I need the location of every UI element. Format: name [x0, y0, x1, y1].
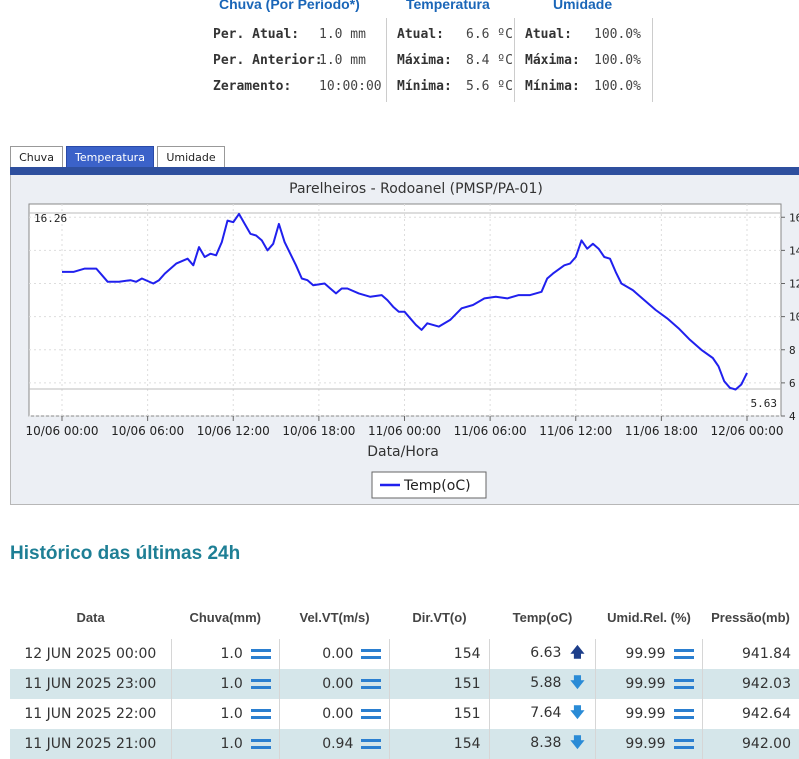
steady-trend-icon	[361, 649, 382, 659]
cell-vel: 0.00	[278, 669, 390, 699]
y-axis-ticks: 16 14 12 10 8 6 4	[781, 211, 799, 423]
steady-trend-icon	[673, 649, 694, 659]
cell-data: 12 JUN 2025 00:00	[24, 646, 157, 662]
col-data: Data	[76, 609, 105, 625]
legend-label: Temp(oC)	[403, 478, 471, 494]
x-tick-label: 11/06 06:00	[454, 424, 527, 438]
cell-dir: 151	[389, 699, 490, 729]
cell-temp: 6.63 🡅	[488, 639, 596, 669]
y-tick-label: 12	[789, 278, 799, 291]
cell-temp: 8.38 🡇	[488, 729, 596, 759]
steady-trend-icon	[250, 709, 271, 719]
col-temp: Temp(oC)	[512, 609, 573, 625]
cell-chuva: 1.0	[170, 639, 280, 669]
x-tick-label: 10/06 06:00	[111, 424, 184, 438]
steady-trend-icon	[673, 679, 694, 689]
x-tick-label: 10/06 18:00	[282, 424, 355, 438]
cell-umid: 99.99	[595, 729, 703, 759]
history-header-row: Data Chuva(mm) Vel.VT(m/s) Dir.VT(o) Tem…	[10, 595, 799, 639]
steady-trend-icon	[250, 649, 271, 659]
x-tick-label: 11/06 18:00	[625, 424, 698, 438]
steady-trend-icon	[361, 679, 382, 689]
cell-umid: 99.99	[595, 699, 703, 729]
col-vel: Vel.VT(m/s)	[299, 609, 370, 625]
x-tick-label: 11/06 12:00	[539, 424, 612, 438]
col-chuva: Chuva(mm)	[189, 609, 261, 625]
y-tick-label: 6	[789, 377, 796, 390]
col-umid: Umid.Rel. (%)	[607, 609, 691, 625]
col-pressao: Pressão(mb)	[711, 609, 790, 625]
cell-dir: 154	[389, 639, 490, 669]
cell-data: 11 JUN 2025 22:00	[24, 706, 157, 722]
cell-vel: 0.00	[278, 699, 390, 729]
cell-temp: 7.64 🡇	[488, 699, 596, 729]
x-tick-label: 12/06 00:00	[711, 424, 784, 438]
cell-chuva: 1.0	[170, 699, 280, 729]
table-row: 12 JUN 2025 00:00 1.0 0.00 154 6.63 🡅 99.99 941…	[10, 639, 799, 669]
cell-pressao: 942.03	[701, 669, 799, 699]
cell-pressao: 942.00	[701, 729, 799, 759]
table-row: 11 JUN 2025 22:00 1.0 0.00 151 7.64 🡇 99.99 942…	[10, 699, 799, 729]
y-tick-label: 14	[789, 244, 799, 257]
cell-pressao: 942.64	[701, 699, 799, 729]
x-tick-label: 11/06 00:00	[368, 424, 441, 438]
x-axis-label: Data/Hora	[367, 444, 439, 460]
arrow-down-icon: 🡇	[570, 735, 585, 751]
x-tick-label: 10/06 12:00	[197, 424, 270, 438]
table-row: 11 JUN 2025 23:00 1.0 0.00 151 5.88 🡇 99.99 942…	[10, 669, 799, 699]
steady-trend-icon	[250, 739, 271, 749]
chart-title: Parelheiros - Rodoanel (PMSP/PA-01)	[289, 181, 543, 197]
y-tick-label: 4	[789, 410, 796, 423]
steady-trend-icon	[361, 709, 382, 719]
history-title: Histórico das últimas 24h	[10, 543, 241, 564]
cell-vel: 0.00	[278, 639, 390, 669]
history-table: Data Chuva(mm) Vel.VT(m/s) Dir.VT(o) Tem…	[10, 595, 799, 759]
x-tick-label: 10/06 00:00	[26, 424, 99, 438]
cell-umid: 99.99	[595, 669, 703, 699]
arrow-down-icon: 🡇	[570, 675, 585, 691]
steady-trend-icon	[250, 679, 271, 689]
cell-data: 11 JUN 2025 21:00	[10, 729, 172, 759]
cell-data: 11 JUN 2025 23:00	[10, 669, 172, 699]
cell-vel: 0.94	[278, 729, 390, 759]
y-tick-label: 10	[789, 311, 799, 324]
steady-trend-icon	[673, 709, 694, 719]
cell-dir: 151	[389, 669, 490, 699]
arrow-down-icon: 🡇	[570, 705, 585, 721]
y-tick-label: 16	[789, 211, 799, 224]
cell-temp: 5.88 🡇	[488, 669, 596, 699]
steady-trend-icon	[361, 739, 382, 749]
y-tick-label: 8	[789, 344, 796, 357]
table-row: 11 JUN 2025 21:00 1.0 0.94 154 8.38 🡇 99.99 942…	[10, 729, 799, 759]
cell-dir: 154	[389, 729, 490, 759]
col-dir: Dir.VT(o)	[412, 609, 467, 625]
x-axis-ticks: 10/06 00:00 10/06 06:00 10/06 12:00 10/06 1…	[26, 416, 784, 438]
max-value-label: 16.26	[34, 212, 67, 225]
cell-umid: 99.99	[595, 639, 703, 669]
cell-chuva: 1.0	[170, 729, 280, 759]
min-value-label: 5.63	[751, 397, 778, 410]
steady-trend-icon	[673, 739, 694, 749]
arrow-up-icon: 🡅	[570, 645, 585, 661]
cell-pressao: 941.84	[701, 639, 799, 669]
cell-chuva: 1.0	[170, 669, 280, 699]
